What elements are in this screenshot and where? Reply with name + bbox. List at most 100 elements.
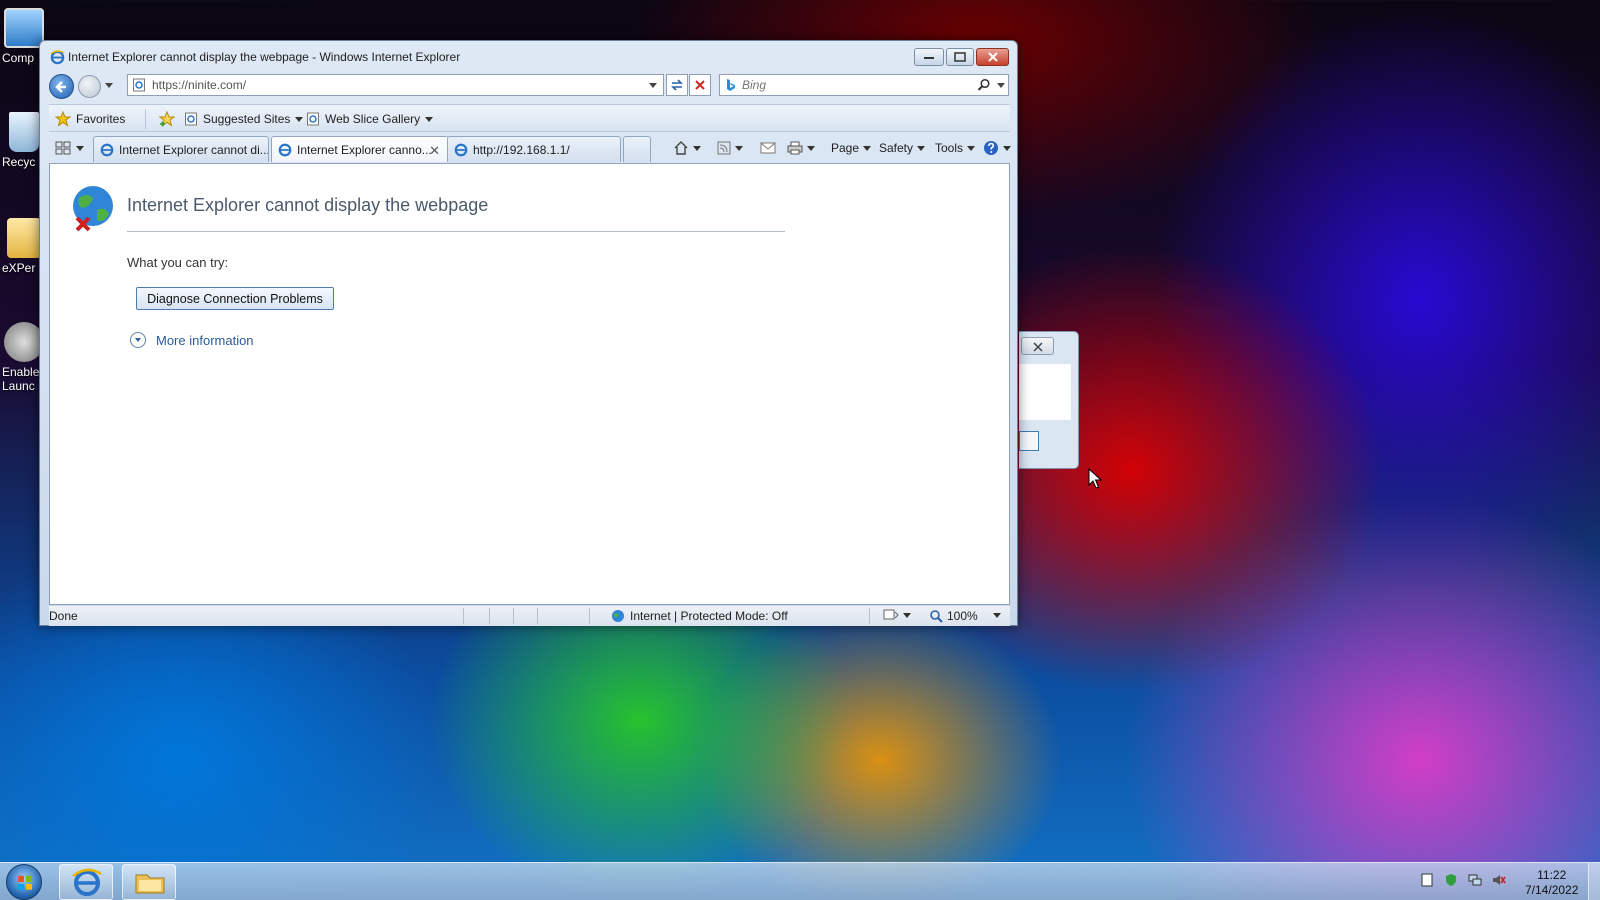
globe-error-icon: [73, 186, 113, 232]
separator: [513, 608, 514, 624]
chevron-down-icon: [967, 145, 976, 151]
popup-blocker-button[interactable]: [883, 608, 911, 622]
divider: [127, 231, 785, 232]
start-button[interactable]: [6, 864, 42, 900]
popup-blocker-icon: [883, 609, 899, 620]
separator: [589, 608, 590, 624]
folder-icon: [135, 874, 165, 894]
search-input[interactable]: [742, 78, 962, 92]
chevron-down-icon: [425, 116, 434, 122]
network-icon[interactable]: [1468, 873, 1482, 887]
close-button[interactable]: [976, 48, 1009, 66]
status-bar: Done Internet | Protected Mode: Off 100%: [49, 606, 1010, 626]
feeds-button[interactable]: [717, 139, 743, 157]
search-box[interactable]: [719, 74, 1009, 96]
refresh-button[interactable]: [666, 74, 688, 96]
separator: [537, 608, 538, 624]
minimize-button[interactable]: [914, 48, 944, 66]
windows-logo-icon: [18, 875, 32, 890]
restore-icon: [954, 52, 966, 62]
error-heading: Internet Explorer cannot display the web…: [127, 195, 489, 215]
quick-tabs-icon[interactable]: [53, 138, 73, 158]
web-slice-gallery-button[interactable]: Web Slice Gallery: [306, 111, 434, 127]
safety-menu[interactable]: Safety: [879, 139, 926, 157]
dialog-close-button[interactable]: [1021, 337, 1054, 355]
security-shield-icon[interactable]: [1444, 873, 1458, 887]
security-zone[interactable]: Internet | Protected Mode: Off: [611, 609, 788, 623]
print-button[interactable]: [787, 139, 815, 157]
new-tab-button[interactable]: [623, 136, 651, 162]
mail-icon: [760, 142, 776, 154]
stop-button[interactable]: [689, 74, 711, 96]
tab-row: Internet Explorer cannot di... Internet …: [49, 134, 1011, 163]
help-menu[interactable]: [983, 139, 1011, 157]
maximize-button[interactable]: [946, 48, 974, 66]
tab-label: Internet Explorer cannot di...: [119, 142, 269, 157]
arrow-left-icon: [55, 81, 66, 93]
clock-date: 7/14/2022: [1525, 883, 1579, 897]
ie-icon: [72, 868, 102, 896]
suggested-sites-label: Suggested Sites: [203, 112, 291, 126]
volume-muted-icon[interactable]: [1492, 873, 1506, 887]
chevron-down-icon: [807, 145, 815, 151]
forward-button[interactable]: [78, 75, 101, 98]
chevron-down-icon: [1003, 145, 1011, 151]
safety-menu-label: Safety: [879, 141, 914, 155]
back-button[interactable]: [49, 74, 74, 99]
tab-router-page[interactable]: http://192.168.1.1/: [447, 136, 621, 162]
clock[interactable]: 11:22 7/14/2022: [1525, 868, 1578, 898]
status-text: Done: [49, 609, 78, 623]
read-mail-button[interactable]: [760, 139, 776, 157]
close-icon: [987, 52, 998, 62]
favorites-button[interactable]: Favorites: [55, 111, 125, 127]
chevron-down-icon[interactable]: [649, 83, 657, 88]
help-icon: [984, 141, 998, 155]
taskbar-windows-explorer[interactable]: [122, 864, 176, 900]
zoom-dropdown[interactable]: [993, 613, 1001, 618]
close-icon: [1033, 342, 1043, 352]
ie-icon: [100, 143, 114, 156]
chevron-down-icon[interactable]: [997, 83, 1005, 88]
home-button[interactable]: [673, 139, 701, 157]
tools-menu[interactable]: Tools: [935, 139, 976, 157]
address-bar[interactable]: [127, 74, 664, 96]
favorites-label: Favorites: [76, 112, 126, 126]
dialog-button[interactable]: [1019, 431, 1039, 451]
stop-icon: [695, 80, 705, 90]
show-desktop-button[interactable]: [1588, 863, 1600, 900]
background-dialog[interactable]: [1019, 331, 1079, 469]
printer-icon: [787, 141, 803, 155]
more-information-label: More information: [156, 332, 254, 348]
close-tab-icon[interactable]: ✕: [429, 143, 440, 159]
page-menu[interactable]: Page: [831, 139, 872, 157]
star-icon: [55, 111, 71, 127]
address-input[interactable]: [152, 78, 632, 92]
taskbar-internet-explorer[interactable]: [59, 864, 113, 900]
separator: [145, 109, 146, 129]
chevron-down-icon: [735, 145, 743, 151]
tab-list-dropdown[interactable]: [76, 146, 84, 151]
zoom-level: 100%: [947, 609, 978, 623]
zoom-control[interactable]: 100%: [929, 609, 978, 623]
tab-error-page-1[interactable]: Internet Explorer cannot di...: [93, 136, 269, 162]
title-bar[interactable]: Internet Explorer cannot display the web…: [40, 41, 1017, 71]
tab-error-page-2-active[interactable]: Internet Explorer canno... ✕: [271, 136, 449, 162]
page-icon: [133, 78, 145, 92]
suggested-sites-button[interactable]: Suggested Sites: [184, 111, 304, 127]
separator: [463, 608, 464, 624]
recent-pages-dropdown[interactable]: [105, 83, 113, 88]
more-information-link[interactable]: More information: [130, 332, 254, 348]
add-to-favorites-bar-button[interactable]: [159, 111, 177, 127]
search-icon[interactable]: [977, 78, 991, 92]
separator: [489, 608, 490, 624]
computer-icon: [4, 8, 44, 48]
web-slice-gallery-label: Web Slice Gallery: [325, 112, 421, 126]
recycle-bin-icon: [9, 112, 39, 152]
diagnose-connection-button[interactable]: Diagnose Connection Problems: [136, 287, 334, 310]
tab-label: http://192.168.1.1/: [473, 142, 570, 157]
folder-icon: [7, 218, 41, 258]
minimize-icon: [924, 57, 934, 59]
ie-window: Internet Explorer cannot display the web…: [39, 40, 1018, 626]
launcher-icon: [4, 322, 44, 362]
action-center-icon[interactable]: [1420, 873, 1434, 887]
